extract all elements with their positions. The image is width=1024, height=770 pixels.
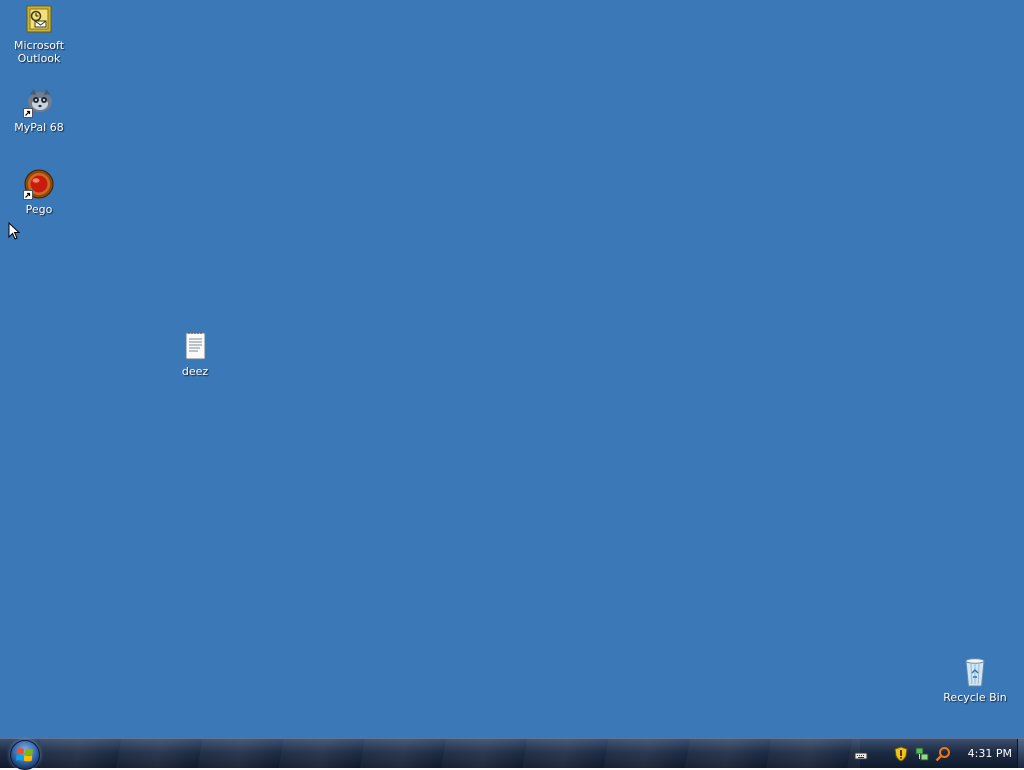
clock[interactable]: 4:31 PM [968,747,1012,760]
search-icon[interactable] [935,746,951,762]
text-document-icon [179,330,211,362]
desktop-icon-mypal[interactable]: MyPal 68 [1,86,77,134]
mypal-icon [23,86,55,118]
shortcut-arrow-icon [23,190,33,200]
desktop-icon-label: Recycle Bin [943,691,1007,704]
shortcut-arrow-icon [23,108,33,118]
show-desktop-button[interactable] [1017,739,1024,768]
desktop[interactable]: Microsoft Outlook MyPal 68 Pego deez Rec… [0,0,1024,738]
windows-logo-icon [16,748,33,762]
system-tray: 4:31 PM [853,739,1016,768]
outlook-icon [23,4,55,36]
pego-icon [23,168,55,200]
desktop-icon-label: Pego [25,203,53,216]
desktop-icon-deez[interactable]: deez [157,330,233,378]
desktop-icon-label: Microsoft Outlook [13,39,65,65]
network-icon[interactable] [914,746,930,762]
security-shield-icon[interactable] [893,745,909,762]
mouse-cursor-icon [8,221,21,244]
recycle-bin-icon [959,656,991,688]
taskbar: 4:31 PM [0,738,1024,770]
desktop-icon-pego[interactable]: Pego [1,168,77,216]
desktop-icon-recycle-bin[interactable]: Recycle Bin [937,656,1013,704]
desktop-icon-label: MyPal 68 [14,121,64,134]
desktop-icon-outlook[interactable]: Microsoft Outlook [1,4,77,65]
start-button[interactable] [10,740,40,770]
desktop-icon-label: deez [181,365,209,378]
keyboard-icon[interactable] [853,746,869,762]
